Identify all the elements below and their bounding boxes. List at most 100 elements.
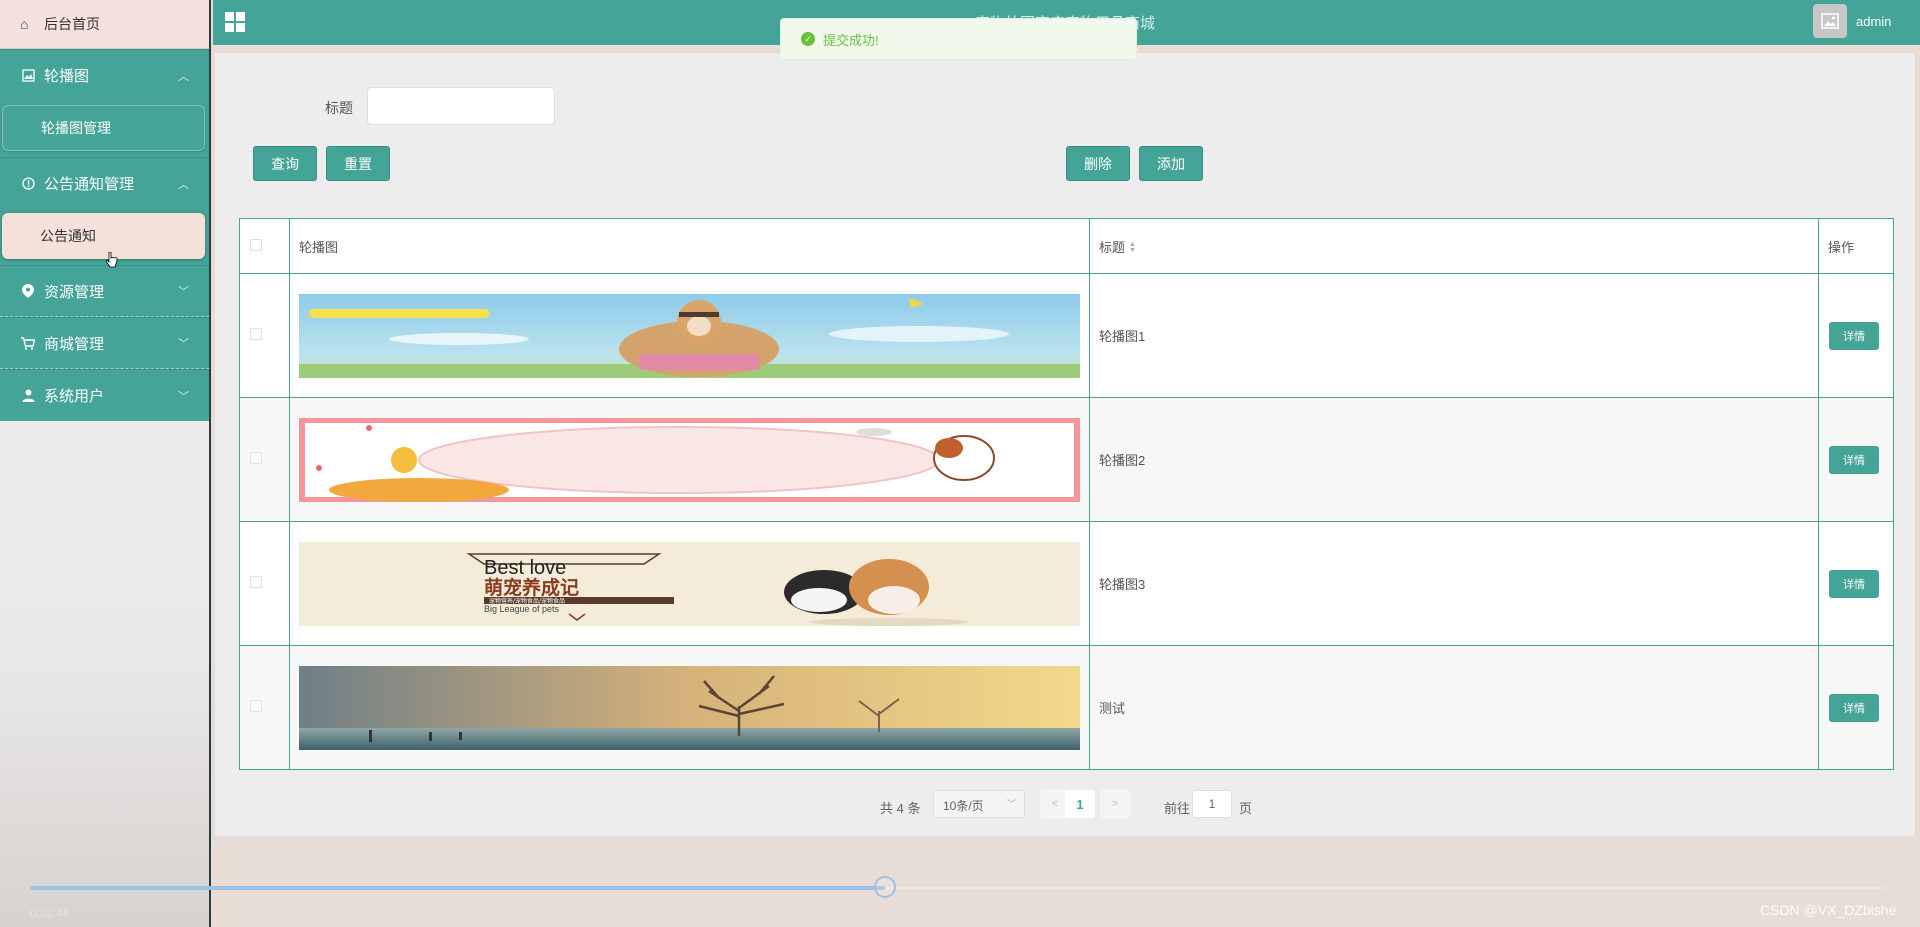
actions-cell: 详情 — [1818, 273, 1894, 398]
actions-cell: 详情 — [1818, 521, 1894, 646]
banner-image — [298, 293, 1080, 378]
row-checkbox[interactable] — [250, 328, 262, 340]
banner-text-line1: Best love — [484, 557, 566, 579]
row-checkbox-cell — [239, 397, 290, 522]
row-checkbox[interactable] — [250, 700, 262, 712]
home-icon: ⌂ — [20, 16, 29, 32]
actions-cell: 详情 — [1818, 645, 1894, 770]
next-page-button[interactable]: > — [1100, 790, 1130, 818]
pagination-total: 共 4 条 — [880, 801, 921, 816]
chevron-up-icon: ︿ — [178, 178, 189, 191]
title-cell: 轮播图2 — [1088, 397, 1820, 522]
title-cell: 轮播图1 — [1088, 273, 1820, 398]
banner-image — [298, 665, 1080, 750]
table-row: 测试 详情 — [239, 645, 1894, 770]
detail-button[interactable]: 详情 — [1829, 321, 1879, 350]
sidebar-group-users[interactable]: 系统用户 ﹀ — [0, 369, 209, 421]
chevron-right-icon: > — [1111, 798, 1119, 810]
table-row: 轮播图2 详情 — [239, 397, 1894, 522]
sidebar-home[interactable]: ⌂ 后台首页 — [0, 0, 209, 49]
sidebar-group-carousel[interactable]: 轮播图 ︿ — [0, 49, 209, 101]
sidebar: ⌂ 后台首页 轮播图 ︿ 轮播图管理 公告通知管理 ︿ 公告通知 资源管理 ﹀ — [0, 0, 211, 927]
select-all-checkbox[interactable] — [250, 238, 262, 251]
row-checkbox-cell — [239, 273, 290, 398]
menu-grid-icon[interactable] — [225, 12, 245, 32]
chevron-down-icon: ﹀ — [178, 338, 189, 350]
banner-text-line2: 萌宠养成记 — [484, 576, 579, 599]
title-cell: 轮播图3 — [1088, 521, 1820, 646]
page-size-value: 10条/页 — [943, 799, 984, 813]
search-label: 标题 — [325, 100, 353, 116]
row-checkbox-cell — [239, 521, 290, 646]
column-header-title[interactable]: 标题 ▲ ▼ — [1088, 218, 1820, 274]
sidebar-item-carousel-management[interactable]: 轮播图管理 — [2, 105, 205, 151]
select-all-header — [239, 218, 290, 274]
sidebar-group-resources[interactable]: 资源管理 ﹀ — [0, 265, 209, 317]
video-progress-played[interactable] — [30, 886, 885, 890]
page-size-select[interactable]: 10条/页 ﹀ — [933, 790, 1025, 818]
sidebar-item-label: 轮播图管理 — [41, 120, 111, 136]
row-checkbox[interactable] — [250, 576, 262, 588]
username[interactable]: admin — [1856, 14, 1891, 29]
avatar[interactable] — [1813, 4, 1847, 38]
location-pin-icon — [20, 284, 36, 298]
detail-button[interactable]: 详情 — [1829, 445, 1879, 474]
banner-cell — [288, 397, 1090, 522]
chevron-up-icon: ︿ — [178, 70, 189, 83]
row-checkbox-cell — [239, 645, 290, 770]
column-header-title-label: 标题 — [1098, 239, 1125, 255]
banner-cell: Best love 萌宠养成记 宠物营养/宠物食品/宠物食品 Big Leagu… — [288, 521, 1090, 646]
video-progress-track[interactable] — [885, 887, 1885, 889]
page-unit-label: 页 — [1239, 801, 1253, 816]
title-search-input[interactable] — [367, 87, 555, 125]
toast-message: 提交成功! — [823, 32, 879, 48]
detail-button[interactable]: 详情 — [1829, 693, 1879, 722]
sidebar-group-shop[interactable]: 商城管理 ﹀ — [0, 317, 209, 369]
sidebar-submenu: 轮播图管理 — [0, 101, 209, 157]
carousel-table: 轮播图 标题 ▲ ▼ 操作 轮播图1 详情 轮播图2 详情 Best love … — [239, 218, 1894, 770]
sidebar-group-label: 轮播图 — [44, 68, 90, 85]
pagination: 共 4 条 10条/页 ﹀ < 1 > 前往 1 页 — [215, 790, 1915, 820]
delete-button[interactable]: 删除 — [1066, 146, 1130, 181]
image-icon — [20, 69, 36, 82]
user-icon — [20, 389, 36, 402]
sidebar-home-label: 后台首页 — [44, 16, 100, 32]
page-number-current[interactable]: 1 — [1065, 790, 1095, 818]
info-circle-icon — [20, 177, 36, 190]
mouse-cursor-icon — [105, 251, 118, 271]
sidebar-item-label: 公告通知 — [40, 228, 96, 244]
goto-page-input[interactable]: 1 — [1192, 790, 1232, 818]
chevron-down-icon: ﹀ — [178, 286, 189, 298]
sidebar-submenu: 公告通知 — [0, 209, 209, 265]
sidebar-group-label: 商城管理 — [44, 335, 105, 353]
add-button[interactable]: 添加 — [1139, 146, 1203, 181]
query-button[interactable]: 查询 — [253, 146, 317, 181]
chevron-down-icon: ﹀ — [178, 390, 189, 403]
banner-image: Best love 萌宠养成记 宠物营养/宠物食品/宠物食品 Big Leagu… — [298, 541, 1080, 626]
sort-icon[interactable]: ▲ ▼ — [1129, 241, 1136, 254]
chevron-left-icon: < — [1051, 798, 1059, 810]
table-row: 轮播图1 详情 — [239, 273, 1894, 398]
sidebar-group-notices[interactable]: 公告通知管理 ︿ — [0, 157, 209, 209]
actions-cell: 详情 — [1818, 397, 1894, 522]
banner-text-line4: Big League of pets — [484, 604, 560, 614]
image-placeholder-icon — [1821, 13, 1839, 29]
row-checkbox[interactable] — [250, 452, 262, 464]
reset-button[interactable]: 重置 — [326, 146, 390, 181]
sidebar-group-label: 资源管理 — [44, 283, 105, 301]
banner-cell — [288, 273, 1090, 398]
success-toast: ✓ 提交成功! — [780, 18, 1137, 60]
video-time: 0:02:48 — [30, 906, 71, 920]
cart-icon — [20, 336, 36, 350]
banner-cell — [288, 645, 1090, 770]
sidebar-item-notice[interactable]: 公告通知 — [2, 213, 205, 259]
check-circle-icon: ✓ — [801, 32, 815, 46]
chevron-down-icon: ﹀ — [1006, 799, 1016, 809]
video-progress-handle[interactable] — [874, 876, 896, 898]
sidebar-group-label: 公告通知管理 — [44, 176, 135, 193]
detail-button[interactable]: 详情 — [1829, 569, 1879, 598]
watermark: CSDN @VX_DZbishe — [1760, 902, 1897, 918]
table-row: Best love 萌宠养成记 宠物营养/宠物食品/宠物食品 Big Leagu… — [239, 521, 1894, 646]
banner-image — [298, 417, 1080, 502]
goto-label: 前往 — [1164, 801, 1191, 816]
